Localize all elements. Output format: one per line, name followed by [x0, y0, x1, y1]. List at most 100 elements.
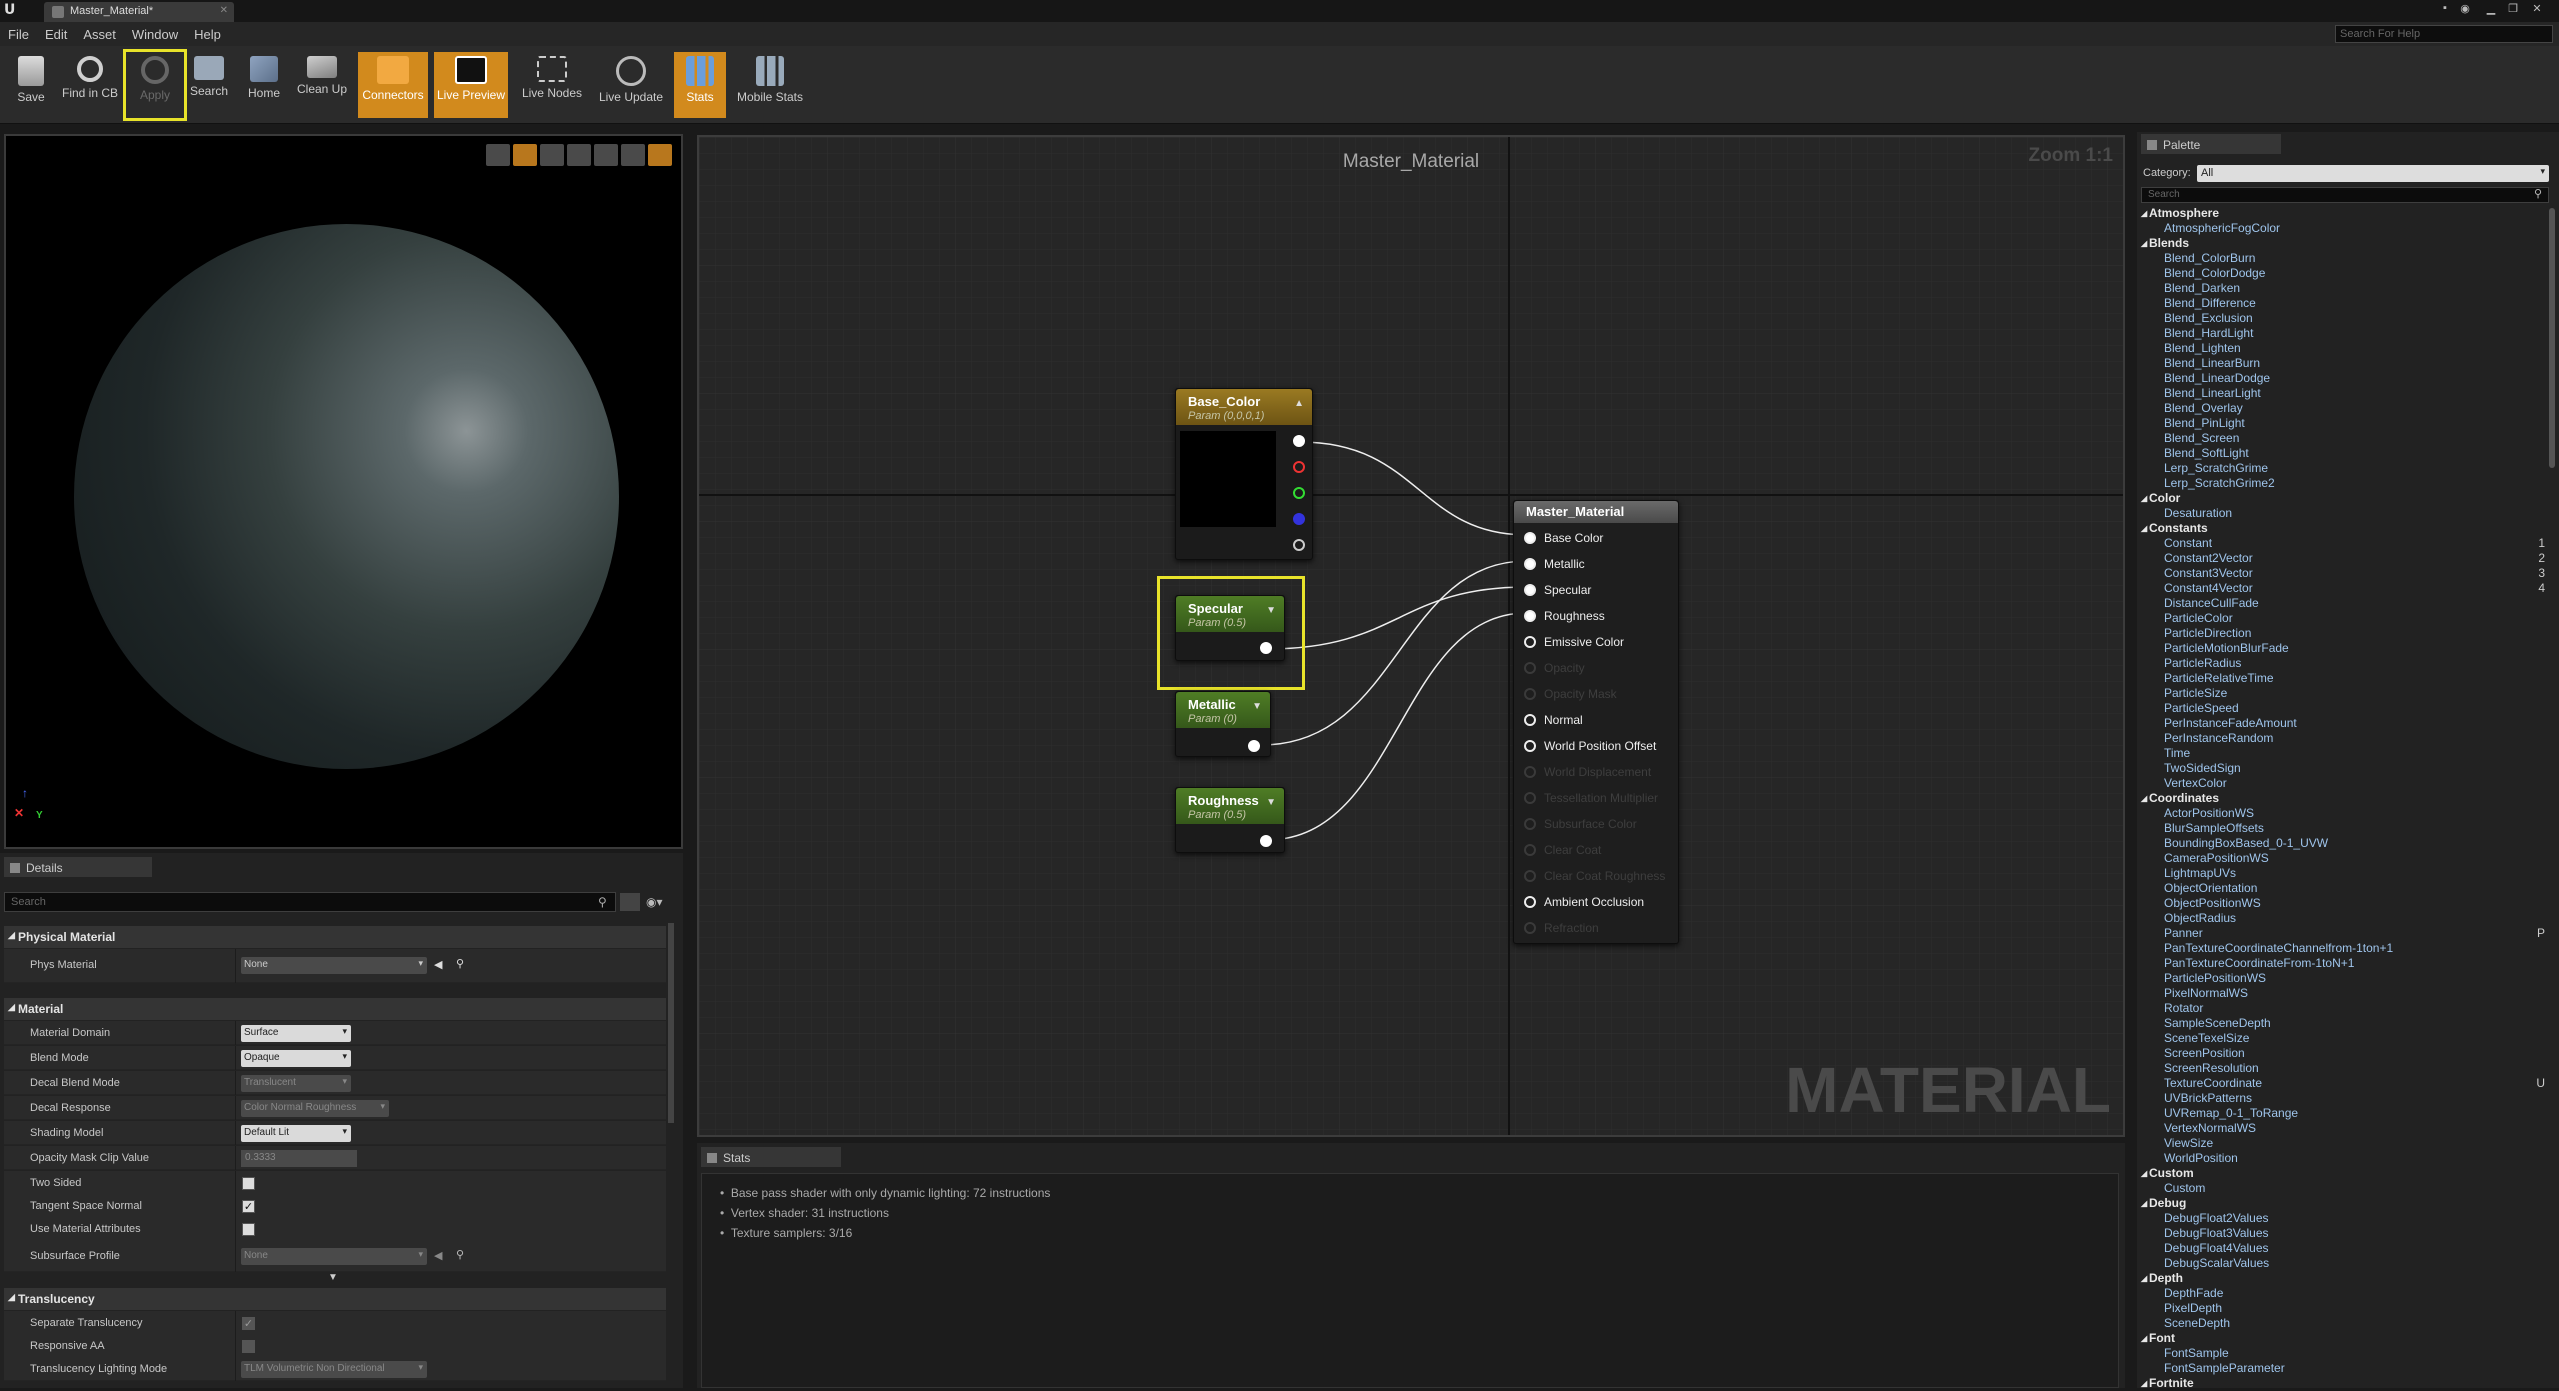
palette-item[interactable]: CameraPositionWS [2141, 851, 2545, 866]
palette-item[interactable]: ParticlePositionWS [2141, 971, 2545, 986]
master-input-row[interactable]: Specular [1524, 581, 1684, 601]
source-control-icon[interactable]: ◉ [2457, 2, 2473, 16]
palette-item[interactable]: DebugScalarValues [2141, 1256, 2545, 1271]
palette-item[interactable]: Blend_Screen [2141, 431, 2545, 446]
palette-item[interactable]: AtmosphericFogColor [2141, 221, 2545, 236]
palette-item[interactable]: PerInstanceFadeAmount [2141, 716, 2545, 731]
menu-file[interactable]: File [0, 22, 37, 42]
node-metallic-header[interactable]: Metallic Param (0) ▼ [1176, 692, 1270, 728]
palette-item[interactable]: BlurSampleOffsets [2141, 821, 2545, 836]
menu-window[interactable]: Window [124, 22, 186, 42]
master-input-row[interactable]: Metallic [1524, 555, 1684, 575]
palette-category[interactable]: Atmosphere [2141, 206, 2545, 221]
palette-item[interactable]: Blend_ColorBurn [2141, 251, 2545, 266]
node-master-material[interactable]: Master_Material Base Color Metallic Specul… [1513, 500, 1679, 944]
palette-item[interactable]: Blend_Difference [2141, 296, 2545, 311]
palette-item[interactable]: Time [2141, 746, 2545, 761]
node-specular[interactable]: Specular Param (0.5) ▼ [1175, 595, 1285, 661]
palette-item[interactable]: ScreenResolution [2141, 1061, 2545, 1076]
section-physical-material[interactable]: ◢ Physical Material [4, 926, 666, 948]
palette-item[interactable]: PanTextureCoordinateChannelfrom-1ton+1 [2141, 941, 2545, 956]
palette-item[interactable]: PixelDepth [2141, 1301, 2545, 1316]
phys-material-picker[interactable]: None ▾ [241, 957, 427, 974]
palette-item[interactable]: ViewSize [2141, 1136, 2545, 1151]
master-input-row[interactable]: Ambient Occlusion [1524, 893, 1684, 913]
palette-item[interactable]: TwoSidedSign [2141, 761, 2545, 776]
live-nodes-button[interactable]: Live Nodes [516, 52, 588, 118]
use-selected-arrow-icon[interactable]: ◀ [434, 958, 442, 971]
tangent-space-normal-checkbox[interactable]: ✓ [242, 1200, 255, 1213]
palette-category[interactable]: Depth [2141, 1271, 2545, 1286]
palette-item[interactable]: Blend_Lighten [2141, 341, 2545, 356]
palette-category[interactable]: Fortnite [2141, 1376, 2545, 1391]
palette-category[interactable]: Debug [2141, 1196, 2545, 1211]
blend-mode-dropdown[interactable]: Opaque ▾ [241, 1050, 351, 1067]
responsive-aa-checkbox[interactable] [242, 1340, 255, 1353]
stats-tab[interactable]: Stats [701, 1147, 841, 1167]
sphere-preview-icon[interactable] [513, 144, 537, 166]
input-pin-icon[interactable] [1524, 688, 1536, 700]
mobile-stats-button[interactable]: Mobile Stats [734, 52, 806, 118]
help-search-input[interactable]: Search For Help [2335, 25, 2553, 43]
dropdown-icon[interactable]: ▼ [1266, 605, 1276, 616]
details-scrollbar[interactable] [668, 923, 674, 1123]
node-base-color-header[interactable]: Base_Color Param (0,0,0,1) ▲ [1176, 389, 1312, 425]
palette-item[interactable]: Blend_PinLight [2141, 416, 2545, 431]
input-pin-icon[interactable] [1524, 844, 1536, 856]
palette-item[interactable]: DistanceCullFade [2141, 596, 2545, 611]
opacity-mask-clip-input[interactable]: 0.3333 [241, 1150, 357, 1167]
subsurface-browse-icon[interactable]: ⚲ [456, 1248, 464, 1261]
master-input-row[interactable]: Emissive Color [1524, 633, 1684, 653]
input-pin-icon[interactable] [1524, 558, 1536, 570]
palette-item[interactable]: SceneDepth [2141, 1316, 2545, 1331]
palette-item[interactable]: BoundingBoxBased_0-1_UVW [2141, 836, 2545, 851]
palette-item[interactable]: ParticleSpeed [2141, 701, 2545, 716]
section-translucency[interactable]: ◢ Translucency [4, 1288, 666, 1310]
palette-category[interactable]: Blends [2141, 236, 2545, 251]
dropdown-icon[interactable]: ▼ [1266, 797, 1276, 808]
palette-category[interactable]: Font [2141, 1331, 2545, 1346]
palette-item[interactable]: ParticleRadius [2141, 656, 2545, 671]
palette-item[interactable]: Desaturation [2141, 506, 2545, 521]
palette-search-input[interactable]: Search [2141, 187, 2549, 203]
palette-item[interactable]: FontSampleParameter [2141, 1361, 2545, 1376]
plane-preview-icon[interactable] [540, 144, 564, 166]
menu-edit[interactable]: Edit [37, 22, 75, 42]
palette-item[interactable]: DebugFloat2Values [2141, 1211, 2545, 1226]
search-button[interactable]: Search [186, 52, 232, 118]
two-sided-checkbox[interactable] [242, 1177, 255, 1190]
realtime-toggle-icon[interactable] [648, 144, 672, 166]
use-material-attributes-checkbox[interactable] [242, 1223, 255, 1236]
palette-item[interactable]: Lerp_ScratchGrime [2141, 461, 2545, 476]
stats-button[interactable]: Stats [674, 52, 726, 118]
input-pin-icon[interactable] [1524, 636, 1536, 648]
mesh-preview-icon[interactable] [594, 144, 618, 166]
palette-item[interactable]: PerInstanceRandom [2141, 731, 2545, 746]
palette-item[interactable]: UVRemap_0-1_ToRange [2141, 1106, 2545, 1121]
palette-item[interactable]: Blend_Overlay [2141, 401, 2545, 416]
palette-item[interactable]: DepthFade [2141, 1286, 2545, 1301]
palette-item[interactable]: Rotator [2141, 1001, 2545, 1016]
master-input-row[interactable]: World Position Offset [1524, 737, 1684, 757]
subsurface-profile-picker[interactable]: None ▾ [241, 1248, 427, 1265]
property-matrix-icon[interactable] [620, 893, 640, 911]
palette-item[interactable]: PanTextureCoordinateFrom-1toN+1 [2141, 956, 2545, 971]
node-master-material-header[interactable]: Master_Material [1514, 501, 1678, 523]
node-base-color[interactable]: Base_Color Param (0,0,0,1) ▲ [1175, 388, 1313, 560]
decal-blend-mode-dropdown[interactable]: Translucent ▾ [241, 1075, 351, 1092]
palette-item[interactable]: LightmapUVs [2141, 866, 2545, 881]
input-pin-icon[interactable] [1524, 766, 1536, 778]
palette-item[interactable]: Blend_HardLight [2141, 326, 2545, 341]
palette-item[interactable]: Constant4Vector 4 [2141, 581, 2545, 596]
palette-item[interactable]: PixelNormalWS [2141, 986, 2545, 1001]
palette-item[interactable]: Blend_Darken [2141, 281, 2545, 296]
node-metallic[interactable]: Metallic Param (0) ▼ [1175, 691, 1271, 757]
home-button[interactable]: Home [242, 52, 286, 118]
pin-metallic-out[interactable] [1248, 740, 1260, 752]
grid-toggle-icon[interactable] [621, 144, 645, 166]
shading-model-dropdown[interactable]: Default Lit ▾ [241, 1125, 351, 1142]
input-pin-icon[interactable] [1524, 922, 1536, 934]
collapse-icon[interactable]: ▲ [1294, 398, 1304, 409]
palette-item[interactable]: Custom [2141, 1181, 2545, 1196]
master-input-row[interactable]: Subsurface Color [1524, 815, 1684, 835]
